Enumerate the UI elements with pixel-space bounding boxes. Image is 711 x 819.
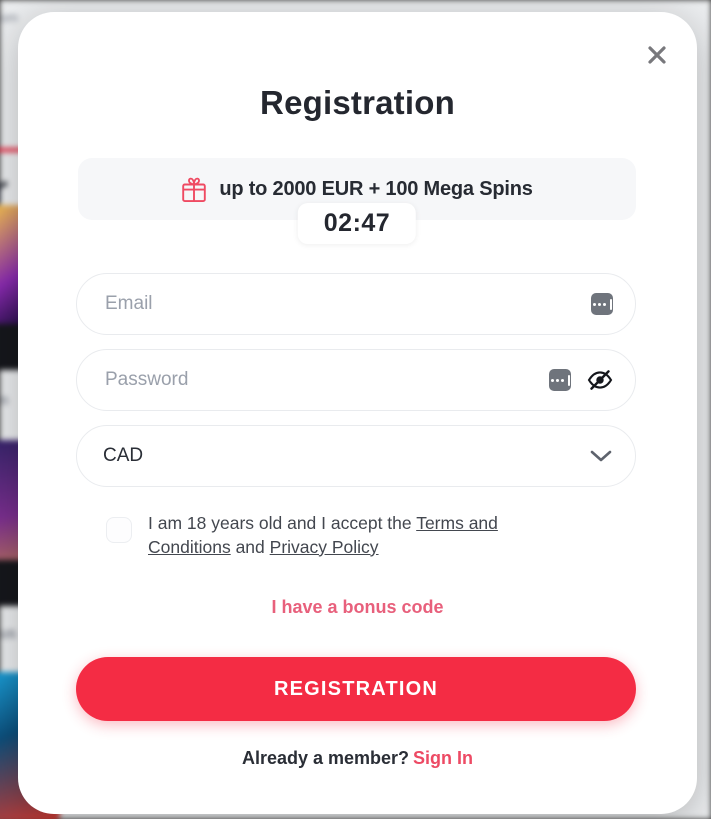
signin-row: Already a member? Sign In (18, 748, 697, 769)
terms-checkbox[interactable] (106, 517, 132, 543)
terms-text-between: and (230, 536, 270, 557)
terms-text: I am 18 years old and I accept the Terms… (148, 512, 576, 559)
email-input[interactable] (103, 292, 585, 316)
autofill-icon[interactable] (549, 369, 571, 391)
bonus-code-link[interactable]: I have a bonus code (18, 597, 697, 618)
close-icon (648, 46, 666, 64)
password-input[interactable] (103, 368, 543, 392)
background-note: us (0, 625, 16, 642)
email-field[interactable] (76, 273, 636, 335)
bonus-text: up to 2000 EUR + 100 Mega Spins (219, 177, 533, 200)
background-note: n (0, 392, 9, 409)
bonus-countdown-timer: 02:47 (297, 203, 417, 244)
autofill-icon[interactable] (591, 293, 613, 315)
currency-select[interactable]: CAD (76, 425, 636, 487)
bonus-banner-wrapper: up to 2000 EUR + 100 Mega Spins 02:47 (78, 158, 636, 244)
close-button[interactable] (639, 37, 675, 73)
password-field[interactable] (76, 349, 636, 411)
signin-prompt: Already a member? (241, 748, 410, 768)
password-visibility-toggle[interactable] (587, 369, 613, 391)
currency-value: CAD (103, 445, 144, 466)
registration-modal: Registration up to 2000 EUR + 100 Mega S… (18, 12, 697, 814)
privacy-policy-link[interactable]: Privacy Policy (270, 537, 379, 557)
gift-icon (182, 177, 207, 202)
sign-in-link[interactable]: Sign In (413, 748, 473, 768)
registration-submit-button[interactable]: REGISTRATION (76, 657, 636, 721)
chevron-down-icon[interactable] (589, 449, 613, 463)
eye-off-icon (587, 370, 613, 390)
terms-row: I am 18 years old and I accept the Terms… (106, 512, 576, 559)
screen: om r n us Registration (0, 0, 711, 819)
background-top-note: om (0, 10, 19, 25)
terms-text-before: I am 18 years old and I accept the (148, 513, 417, 533)
page-title: Registration (260, 84, 455, 121)
